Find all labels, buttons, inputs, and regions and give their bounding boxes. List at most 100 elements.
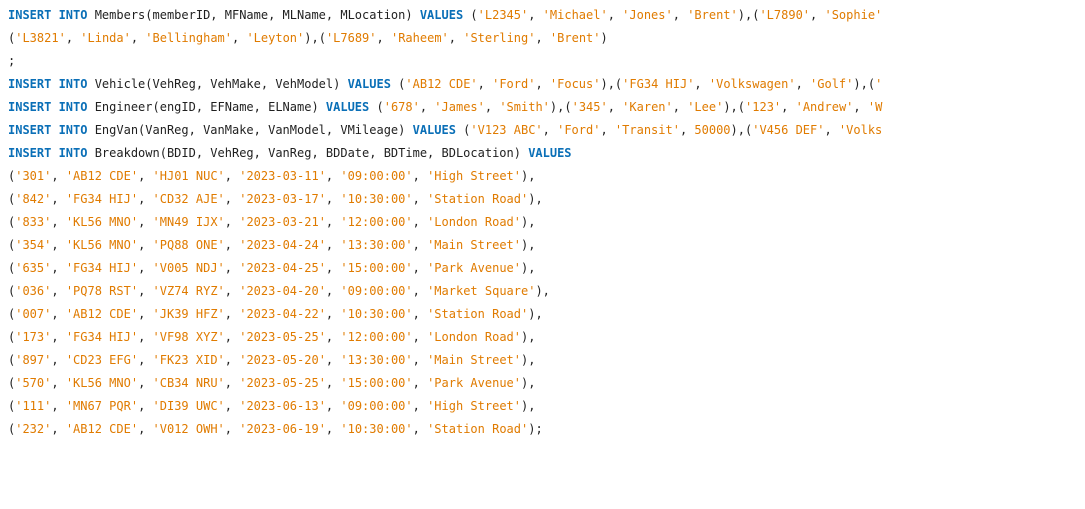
string-literal: '2023-06-13'	[239, 399, 326, 413]
punctuation: ,	[51, 192, 66, 206]
punctuation: ,	[853, 100, 868, 114]
sql-keyword: VALUES	[347, 77, 391, 91]
punctuation: ,	[138, 169, 153, 183]
string-literal: 'Main Street'	[427, 353, 521, 367]
string-literal: 'L7689'	[325, 31, 377, 45]
punctuation: ,	[224, 307, 240, 321]
string-literal: 'MN67 PQR'	[65, 399, 139, 413]
code-line[interactable]: ('L3821', 'Linda', 'Bellingham', 'Leyton…	[8, 27, 1085, 50]
punctuation: );	[528, 422, 543, 436]
string-literal: 'Brent'	[687, 8, 738, 22]
punctuation: ),	[521, 169, 536, 183]
code-line[interactable]: INSERT INTO Members(memberID, MFName, ML…	[8, 4, 1085, 27]
punctuation: ,	[138, 307, 153, 321]
punctuation: ,	[376, 31, 391, 45]
code-line[interactable]: INSERT INTO Vehicle(VehReg, VehMake, Veh…	[8, 73, 1085, 96]
code-line[interactable]: ('232', 'AB12 CDE', 'V012 OWH', '2023-06…	[8, 418, 1085, 441]
string-literal: 'JK39 HFZ'	[152, 307, 225, 321]
string-literal: 'AB12 CDE'	[405, 77, 478, 91]
punctuation: ,	[448, 31, 464, 45]
sql-code-editor[interactable]: INSERT INTO Members(memberID, MFName, ML…	[0, 0, 1085, 509]
string-literal: '678'	[383, 100, 420, 114]
string-literal: 'L3821'	[15, 31, 66, 45]
punctuation: ,	[325, 376, 341, 390]
string-literal: 'CD32 AJE'	[152, 192, 225, 206]
string-literal: 'Linda'	[80, 31, 131, 45]
string-literal: 'Michael'	[542, 8, 608, 22]
punctuation: ,	[412, 192, 428, 206]
punctuation: ),	[521, 330, 536, 344]
punctuation: ,	[51, 307, 66, 321]
string-literal: '2023-04-25'	[239, 261, 326, 275]
string-literal: 'V123 ABC'	[470, 123, 543, 137]
code-line[interactable]: INSERT INTO Breakdown(BDID, VehReg, VanR…	[8, 142, 1085, 165]
code-line[interactable]: ('007', 'AB12 CDE', 'JK39 HFZ', '2023-04…	[8, 303, 1085, 326]
code-line[interactable]: ('173', 'FG34 HIJ', 'VF98 XYZ', '2023-05…	[8, 326, 1085, 349]
punctuation: ,	[607, 100, 623, 114]
string-literal: 'Sterling'	[463, 31, 536, 45]
punctuation: ,	[412, 261, 428, 275]
string-literal: '12:00:00'	[340, 215, 413, 229]
string-literal: '897'	[15, 353, 52, 367]
punctuation: ),	[528, 307, 543, 321]
punctuation: ,	[694, 77, 709, 91]
punctuation: ,	[51, 353, 66, 367]
punctuation: ,	[325, 422, 341, 436]
code-line[interactable]: ('036', 'PQ78 RST', 'VZ74 RYZ', '2023-04…	[8, 280, 1085, 303]
string-literal: '232'	[15, 422, 52, 436]
string-literal: 'Volks	[838, 123, 883, 137]
string-literal: 'London Road'	[427, 330, 521, 344]
string-literal: 'HJ01 NUC'	[152, 169, 225, 183]
sql-keyword: VALUES	[325, 100, 370, 114]
string-literal: 'FG34 HIJ'	[65, 330, 139, 344]
string-literal: 'Station Road'	[427, 192, 529, 206]
punctuation: ,	[224, 422, 240, 436]
string-literal: 'Focus'	[549, 77, 601, 91]
punctuation: ,	[325, 330, 341, 344]
punctuation: ,	[51, 399, 66, 413]
punctuation: ,	[138, 376, 153, 390]
string-literal: 'Golf'	[810, 77, 854, 91]
string-literal: 'Station Road'	[427, 307, 529, 321]
string-literal: 'W	[867, 100, 883, 114]
code-area[interactable]: INSERT INTO Members(memberID, MFName, ML…	[8, 4, 1085, 441]
punctuation: )	[600, 31, 608, 45]
code-line[interactable]: INSERT INTO Engineer(engID, EFName, ELNa…	[8, 96, 1085, 119]
string-literal: '09:00:00'	[340, 399, 413, 413]
string-literal: 'VZ74 RYZ'	[152, 284, 225, 298]
punctuation: ,	[325, 307, 341, 321]
punctuation: ),	[521, 215, 536, 229]
punctuation: ,	[51, 238, 66, 252]
string-literal: '13:30:00'	[340, 238, 413, 252]
code-line[interactable]: ('111', 'MN67 PQR', 'DI39 UWC', '2023-06…	[8, 395, 1085, 418]
punctuation: ,	[51, 422, 66, 436]
string-literal: 'KL56 MNO'	[65, 376, 139, 390]
code-line[interactable]: ('354', 'KL56 MNO', 'PQ88 ONE', '2023-04…	[8, 234, 1085, 257]
punctuation: (	[455, 123, 471, 137]
string-literal: '09:00:00'	[340, 284, 413, 298]
string-literal: 'High Street'	[427, 399, 521, 413]
sql-keyword: INSERT INTO	[8, 77, 88, 91]
code-line[interactable]: ('897', 'CD23 EFG', 'FK23 XID', '2023-05…	[8, 349, 1085, 372]
code-line[interactable]: ('842', 'FG34 HIJ', 'CD32 AJE', '2023-03…	[8, 188, 1085, 211]
punctuation: ),	[521, 353, 536, 367]
string-literal: '570'	[15, 376, 52, 390]
sql-keyword: INSERT INTO	[8, 8, 88, 22]
string-literal: 'Park Avenue'	[427, 376, 521, 390]
code-line[interactable]: ('301', 'AB12 CDE', 'HJ01 NUC', '2023-03…	[8, 165, 1085, 188]
code-line[interactable]: ('570', 'KL56 MNO', 'CB34 NRU', '2023-05…	[8, 372, 1085, 395]
punctuation: ,	[810, 8, 825, 22]
punctuation: ),(	[737, 8, 760, 22]
punctuation: ,	[224, 192, 240, 206]
string-literal: 'FK23 XID'	[152, 353, 225, 367]
code-line[interactable]: ('833', 'KL56 MNO', 'MN49 IJX', '2023-03…	[8, 211, 1085, 234]
punctuation: ,	[607, 8, 623, 22]
punctuation: ,	[130, 31, 146, 45]
punctuation: ,	[542, 123, 558, 137]
code-line[interactable]: ('635', 'FG34 HIJ', 'V005 NDJ', '2023-04…	[8, 257, 1085, 280]
punctuation: ,	[224, 353, 240, 367]
code-line[interactable]: INSERT INTO EngVan(VanReg, VanMake, VanM…	[8, 119, 1085, 142]
code-line[interactable]: ;	[8, 50, 1085, 73]
string-literal: '301'	[15, 169, 52, 183]
string-literal: 'Brent'	[549, 31, 601, 45]
